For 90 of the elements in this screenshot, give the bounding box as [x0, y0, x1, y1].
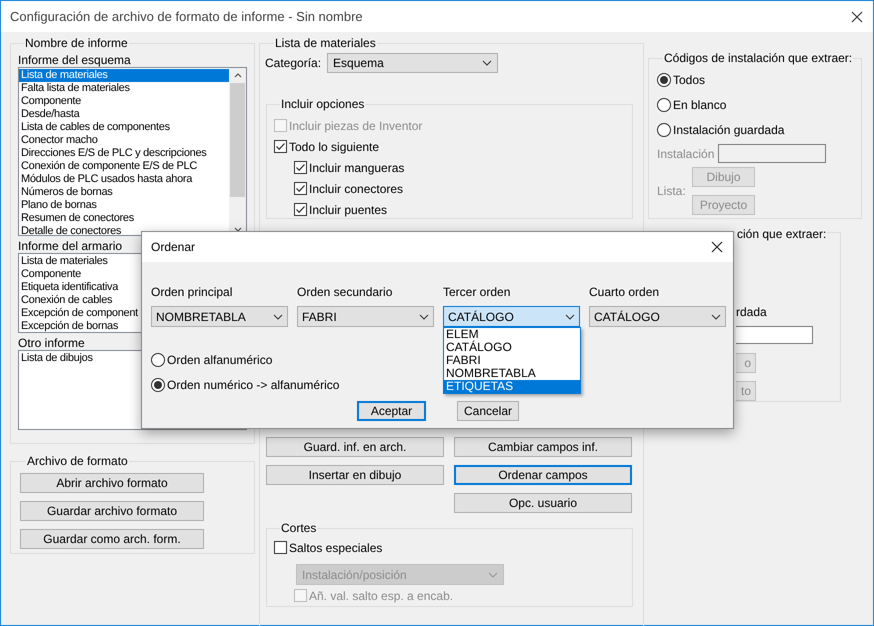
checkbox-label: Incluir conectores [309, 180, 404, 198]
group-title: Códigos de instalación que extraer: [663, 50, 854, 67]
window-title: Configuración de archivo de formato de informe - Sin nombre [10, 8, 363, 26]
close-icon[interactable] [851, 10, 863, 22]
checkbox[interactable] [274, 140, 287, 153]
chevron-down-icon [419, 314, 429, 320]
radio-button[interactable] [151, 352, 165, 366]
group-title: Nombre de informe [24, 35, 129, 52]
dropdown-option[interactable]: NOMBRETABLA [444, 367, 580, 380]
radio-label: En blanco [673, 96, 726, 114]
list-label: Otro informe [18, 336, 85, 350]
list-item[interactable]: Desde/hasta [19, 108, 229, 121]
chevron-down-icon [711, 314, 721, 320]
field-label: Cuarto orden [589, 285, 660, 299]
list-item[interactable]: Conector macho [19, 134, 229, 147]
radio-label: Orden alfanumérico [167, 352, 272, 368]
format-button[interactable]: Guardar como arch. form. [20, 529, 204, 549]
list-item[interactable]: Lista de materiales [19, 69, 229, 82]
dropdown-value: CATÁLOGO [448, 308, 514, 326]
list-item[interactable]: Detalle de conectores [19, 225, 229, 235]
list-label: Informe del armario [18, 239, 122, 253]
dialog-button[interactable]: Aceptar [357, 401, 426, 421]
chevron-down-icon [273, 314, 283, 320]
sort-dropdown[interactable]: NOMBRETABLA [151, 306, 288, 327]
dropdown-value: Esquema [333, 55, 384, 72]
action-button[interactable]: Cambiar campos inf. [454, 437, 632, 457]
checkbox[interactable] [294, 182, 307, 195]
field-label: Lista: [657, 183, 687, 200]
list-item[interactable]: Números de bornas [19, 186, 229, 199]
group-title: Incluir opciones [280, 96, 366, 113]
dropdown-value: NOMBRETABLA [156, 308, 246, 326]
list-item[interactable]: Componente [19, 95, 229, 108]
dropdown-option[interactable]: ELEM [444, 328, 580, 341]
category-dropdown[interactable]: Esquema [327, 53, 498, 73]
field-label: Tercer orden [443, 285, 512, 299]
checkbox[interactable] [294, 203, 307, 216]
checkbox-label: Incluir piezas de Inventor [289, 118, 422, 134]
dialog-button[interactable]: Cancelar [457, 401, 519, 421]
field-label: Instalación [657, 146, 714, 162]
list-item[interactable]: Falta lista de materiales [19, 82, 229, 95]
radio-button[interactable] [657, 72, 671, 86]
checkbox-label: Incluir puentes [309, 202, 388, 218]
radio-button[interactable] [657, 122, 671, 136]
list-item[interactable]: Módulos de PLC usados hasta ahora [19, 173, 229, 186]
list-item[interactable]: Plano de bornas [19, 199, 229, 212]
checkbox[interactable] [274, 541, 287, 554]
list-item[interactable]: Direcciones E/S de PLC y descripciones [19, 147, 229, 160]
dropdown-value: FABRI [302, 308, 337, 326]
checkbox[interactable] [294, 161, 307, 174]
chevron-down-icon [488, 572, 498, 578]
radio-button[interactable] [657, 98, 671, 112]
action-button[interactable]: Guard. inf. en arch. [266, 437, 444, 457]
list-item[interactable]: Resumen de conectores [19, 212, 229, 225]
chevron-down-icon [482, 60, 492, 66]
list-item[interactable]: Lista de cables de componentes [19, 121, 229, 134]
list-item[interactable]: Conexión de componente E/S de PLC [19, 160, 229, 173]
list-label: Informe del esquema [18, 53, 131, 67]
sort-dropdown[interactable]: CATÁLOGO [589, 306, 726, 327]
dropdown-value: CATÁLOGO [594, 308, 660, 326]
format-button[interactable]: Abrir archivo formato [20, 473, 204, 493]
close-icon[interactable] [711, 241, 723, 253]
group-title: Lista de materiales [274, 35, 377, 52]
radio-label: Orden numérico -> alfanumérico [167, 376, 340, 394]
radio-label: rdada [736, 304, 767, 321]
format-button[interactable]: Guardar archivo formato [20, 501, 204, 521]
checkbox-label: Incluir mangueras [309, 160, 404, 176]
dropdown-option[interactable]: ETIQUETAS [444, 380, 580, 393]
radio-label: Instalación guardada [673, 122, 784, 138]
field-label: Orden secundario [297, 285, 394, 299]
scroll-thumb[interactable] [230, 83, 245, 197]
checkbox-label: Todo lo siguiente [289, 138, 380, 156]
dropdown-option[interactable]: FABRI [444, 354, 580, 367]
sort-dropdown[interactable]: FABRI [297, 306, 434, 327]
action-button[interactable]: Opc. usuario [454, 493, 632, 513]
action-button[interactable]: Insertar en dibujo [266, 465, 444, 485]
dropdown-option[interactable]: CATÁLOGO [444, 341, 580, 354]
field-label: Orden principal [151, 285, 234, 299]
dialog-title: Ordenar [151, 239, 196, 256]
installation-field[interactable] [718, 144, 826, 163]
radio-button[interactable] [151, 378, 165, 392]
field-label: Categoría: [265, 55, 322, 72]
radio-label: Todos [673, 72, 706, 88]
checkbox-label: Añ. val. salto esp. a encab. [309, 588, 454, 604]
group-title: Archivo de formato [26, 453, 129, 470]
chevron-down-icon [565, 314, 575, 320]
sort-dropdown[interactable]: CATÁLOGO [443, 306, 580, 327]
checkbox-label: Saltos especiales [289, 540, 382, 556]
group-title: Cortes [280, 520, 318, 537]
action-button[interactable]: Ordenar campos [454, 465, 632, 485]
dropdown-value: Instalación/posición [302, 566, 407, 584]
